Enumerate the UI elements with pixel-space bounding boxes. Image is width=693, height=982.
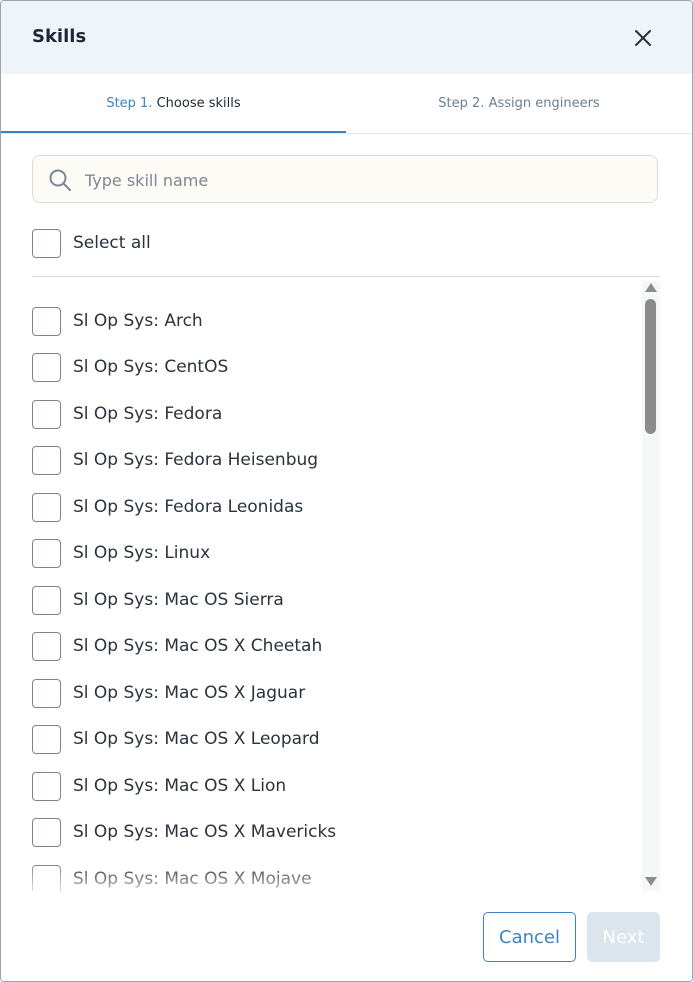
skill-item[interactable]: Sl Op Sys: Mac OS X Cheetah	[32, 632, 632, 666]
checkbox[interactable]	[32, 307, 61, 336]
checkbox[interactable]	[32, 446, 61, 475]
checkbox[interactable]	[32, 229, 61, 258]
skill-item[interactable]: Sl Op Sys: Mac OS X Mojave	[32, 865, 632, 891]
skill-label: Sl Op Sys: Mac OS X Cheetah	[73, 636, 323, 656]
skill-label: Sl Op Sys: CentOS	[73, 357, 229, 377]
checkbox[interactable]	[32, 400, 61, 429]
dialog-header: Skills	[1, 1, 692, 74]
skill-label: Sl Op Sys: Mac OS Sierra	[73, 590, 284, 610]
checkbox[interactable]	[32, 353, 61, 382]
skill-item[interactable]: Sl Op Sys: Linux	[32, 539, 632, 573]
search-input[interactable]	[83, 164, 647, 196]
tab-step-prefix: Step 1.	[106, 96, 153, 111]
tab-choose-skills[interactable]: Step 1. Choose skills	[1, 74, 346, 134]
step-tabs: Step 1. Choose skills Step 2. Assign eng…	[1, 74, 692, 134]
dialog-footer: Cancel Next	[1, 891, 692, 981]
skill-label: Sl Op Sys: Fedora Heisenbug	[73, 450, 319, 470]
checkbox[interactable]	[32, 632, 61, 661]
checkbox[interactable]	[32, 818, 61, 847]
search-icon	[49, 169, 71, 191]
list-divider	[32, 276, 660, 277]
skill-label: Sl Op Sys: Mac OS X Mavericks	[73, 822, 337, 842]
skill-item[interactable]: Sl Op Sys: Mac OS Sierra	[32, 586, 632, 620]
skill-item[interactable]: Sl Op Sys: Mac OS X Leopard	[32, 725, 632, 759]
skill-label: Sl Op Sys: Mac OS X Mojave	[73, 869, 312, 889]
skill-item[interactable]: Sl Op Sys: Arch	[32, 307, 632, 341]
checkbox[interactable]	[32, 493, 61, 522]
tab-step-prefix: Step 2.	[438, 96, 485, 111]
tab-assign-engineers[interactable]: Step 2. Assign engineers	[346, 74, 692, 134]
checkbox[interactable]	[32, 772, 61, 801]
list-scrollbar[interactable]	[642, 281, 660, 891]
skill-item[interactable]: Sl Op Sys: CentOS	[32, 353, 632, 387]
skill-item[interactable]: Sl Op Sys: Fedora	[32, 400, 632, 434]
close-icon	[635, 30, 651, 46]
skill-item[interactable]: Sl Op Sys: Mac OS X Lion	[32, 772, 632, 806]
skill-label: Sl Op Sys: Linux	[73, 543, 211, 563]
select-all-label: Select all	[73, 233, 151, 253]
checkbox[interactable]	[32, 725, 61, 754]
checkbox[interactable]	[32, 679, 61, 708]
checkbox[interactable]	[32, 539, 61, 568]
tab-label: Assign engineers	[488, 96, 600, 111]
dialog-title: Skills	[32, 26, 87, 47]
skill-label: Sl Op Sys: Mac OS X Jaguar	[73, 683, 306, 703]
checkbox[interactable]	[32, 865, 61, 891]
scroll-up-arrow-icon[interactable]	[645, 283, 657, 292]
skill-search	[32, 155, 658, 203]
skill-item[interactable]: Sl Op Sys: Fedora Heisenbug	[32, 446, 632, 480]
scroll-down-arrow-icon[interactable]	[645, 877, 657, 886]
tabs-divider	[1, 133, 692, 134]
skill-label: Sl Op Sys: Mac OS X Lion	[73, 776, 287, 796]
skill-item[interactable]: Sl Op Sys: Fedora Leonidas	[32, 493, 632, 527]
cancel-button[interactable]: Cancel	[483, 912, 576, 962]
scroll-thumb[interactable]	[645, 299, 656, 434]
skills-dialog: Skills Step 1. Choose skills Step 2. Ass…	[0, 0, 693, 982]
skill-item[interactable]: Sl Op Sys: Mac OS X Jaguar	[32, 679, 632, 713]
skill-label: Sl Op Sys: Mac OS X Leopard	[73, 729, 320, 749]
next-button[interactable]: Next	[587, 912, 660, 962]
skill-label: Sl Op Sys: Arch	[73, 311, 203, 331]
tab-label: Choose skills	[156, 96, 241, 111]
close-button[interactable]	[629, 24, 657, 52]
checkbox[interactable]	[32, 586, 61, 615]
skill-item[interactable]: Sl Op Sys: Mac OS X Mavericks	[32, 818, 632, 852]
skill-label: Sl Op Sys: Fedora Leonidas	[73, 497, 304, 517]
skills-list: Sl Op Sys: Arch Sl Op Sys: CentOS Sl Op …	[32, 281, 660, 891]
skill-label: Sl Op Sys: Fedora	[73, 404, 223, 424]
